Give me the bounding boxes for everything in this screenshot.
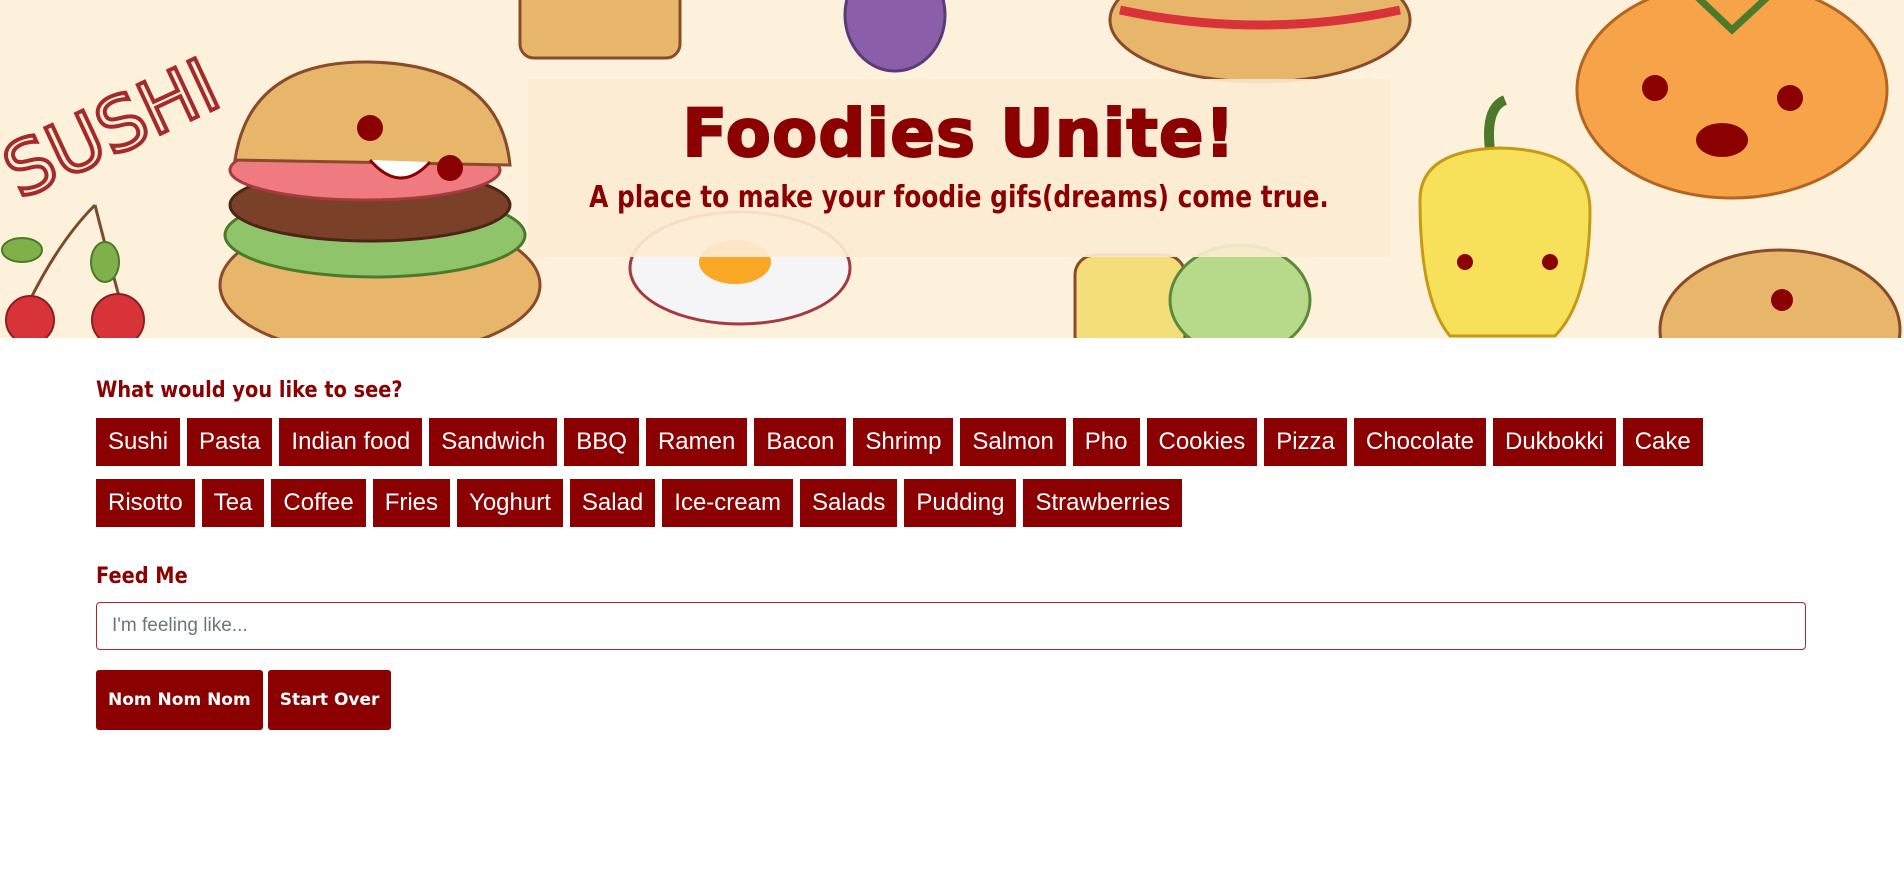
- tomato-icon: [1575, 0, 1889, 200]
- hotdog-icon: [1108, 0, 1412, 84]
- topic-buttons: Sushi Pasta Indian food Sandwich BBQ Ramen Bac…: [96, 418, 1716, 540]
- topic-button[interactable]: Salads: [799, 479, 898, 527]
- topic-button[interactable]: Salmon: [960, 418, 1066, 466]
- topic-button[interactable]: Pasta: [187, 418, 273, 466]
- topic-button[interactable]: Dukbokki: [1492, 418, 1616, 466]
- topic-button[interactable]: Yoghurt: [457, 479, 563, 527]
- start-over-button[interactable]: Start Over: [267, 670, 392, 730]
- sushi-sign-icon: SUSHI: [0, 40, 234, 217]
- corn-icon: [1073, 243, 1312, 338]
- topic-button[interactable]: Coffee: [271, 479, 366, 527]
- topic-button[interactable]: Cookies: [1146, 418, 1258, 466]
- topic-button[interactable]: Indian food: [279, 418, 423, 466]
- topic-button[interactable]: BBQ: [564, 418, 639, 466]
- topic-button[interactable]: Pizza: [1264, 418, 1347, 466]
- svg-text:SUSHI: SUSHI: [0, 42, 232, 215]
- topic-button[interactable]: Bacon: [754, 418, 847, 466]
- topic-button[interactable]: Ice-cream: [662, 479, 793, 527]
- topic-button[interactable]: Fries: [372, 479, 451, 527]
- topics-label: What would you like to see?: [96, 378, 403, 403]
- burger-icon: [218, 60, 542, 338]
- topic-button[interactable]: Risotto: [96, 479, 195, 527]
- page-title: Foodies Unite!: [681, 95, 1236, 172]
- toast-icon: [518, 0, 682, 60]
- feed-me-label: Feed Me: [96, 564, 188, 589]
- topic-button[interactable]: Cake: [1622, 418, 1703, 466]
- topic-button[interactable]: Pudding: [904, 479, 1017, 527]
- topic-button[interactable]: Ramen: [645, 418, 748, 466]
- topic-button[interactable]: Pho: [1072, 418, 1140, 466]
- topic-button[interactable]: Sandwich: [429, 418, 558, 466]
- page-subtitle: A place to make your foodie gifs(dreams)…: [589, 180, 1329, 215]
- plum-icon: [843, 0, 947, 73]
- cherry-icon: [1, 203, 145, 338]
- bun-icon: [1658, 248, 1902, 338]
- topic-button[interactable]: Sushi: [96, 418, 181, 466]
- topic-button[interactable]: Tea: [201, 479, 265, 527]
- pepper-icon: [1418, 95, 1592, 338]
- topic-button[interactable]: Strawberries: [1023, 479, 1183, 527]
- feed-me-input[interactable]: [96, 602, 1806, 650]
- title-box: Foodies Unite! A place to make your food…: [528, 79, 1390, 257]
- header-banner: SUSHI Foodies Unite! A place to make you…: [0, 0, 1904, 338]
- topic-button[interactable]: Shrimp: [853, 418, 954, 466]
- topic-button[interactable]: Salad: [569, 479, 656, 527]
- main-content: What would you like to see? Sushi Pasta In…: [0, 338, 1904, 730]
- action-buttons: Nom Nom Nom Start Over: [96, 670, 1808, 730]
- topic-button[interactable]: Chocolate: [1353, 418, 1486, 466]
- nom-nom-nom-button[interactable]: Nom Nom Nom: [96, 670, 263, 730]
